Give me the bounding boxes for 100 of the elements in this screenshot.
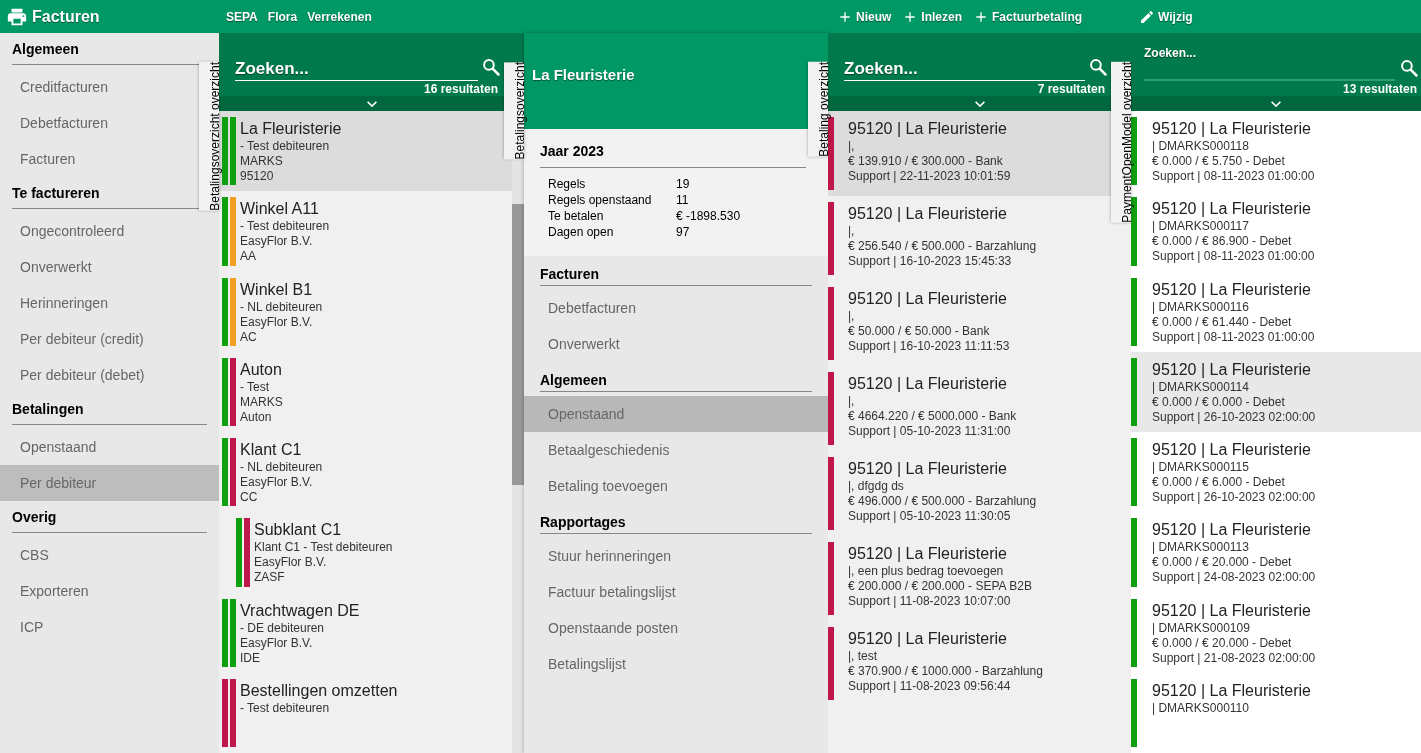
toolbar-button[interactable]: Flora xyxy=(267,7,298,26)
item-title: Auton xyxy=(240,359,283,380)
scrollbar-thumb[interactable] xyxy=(512,204,524,485)
item-detail: € 139.910 / € 300.000 - Bank xyxy=(848,154,1004,169)
menu-item[interactable]: Openstaand xyxy=(0,429,199,465)
toolbar-button[interactable]: Factuurbetaling xyxy=(973,7,1083,26)
item-detail: - Test debiteuren xyxy=(240,700,331,716)
menu-item[interactable]: Debetfacturen xyxy=(524,290,828,326)
item-detail: EasyFlor B.V. xyxy=(240,314,314,330)
search-field[interactable]: Zoeken... xyxy=(235,57,478,81)
item-detail: | DMARKS000115 xyxy=(1152,460,1250,475)
item-title: Bestellingen omzetten xyxy=(240,680,398,701)
item-detail: - NL debiteuren xyxy=(240,460,323,475)
item-detail: 95120 xyxy=(240,169,275,184)
menu-item[interactable]: Per debiteur (debet) xyxy=(0,357,199,393)
item-title: 95120 | La Fleuristerie xyxy=(1152,279,1312,300)
item-detail: - Test debiteuren xyxy=(240,139,331,154)
item-detail: MARKS xyxy=(240,394,283,410)
stat-label: Te betalen xyxy=(548,208,605,224)
item-detail: Support | 24-08-2023 02:00:00 xyxy=(1152,570,1316,586)
item-title: 95120 | La Fleuristerie xyxy=(1152,199,1312,220)
menu-item[interactable]: Herinneringen xyxy=(0,285,199,321)
menu-item[interactable]: Stuur herinneringen xyxy=(524,538,828,574)
menu-item[interactable]: Betaling toevoegen xyxy=(524,468,828,504)
panel-title: La Fleuristerie xyxy=(532,66,635,83)
item-detail: Support | 05-10-2023 11:31:00 xyxy=(848,424,1012,439)
result-count: 7 resultaten xyxy=(1037,81,1105,98)
item-title: Subklant C1 xyxy=(254,520,343,541)
section-heading: Facturen xyxy=(540,256,812,286)
menu-item[interactable]: Per debiteur xyxy=(0,465,219,501)
item-detail: € 200.000 / € 200.000 - SEPA B2B xyxy=(848,579,1032,594)
item-title: 95120 | La Fleuristerie xyxy=(848,629,1008,649)
menu-item[interactable]: Facturen xyxy=(0,141,199,177)
item-title: 95120 | La Fleuristerie xyxy=(1152,600,1312,621)
item-title: Winkel B1 xyxy=(240,279,314,300)
item-detail: | DMARKS000109 xyxy=(1152,620,1251,636)
item-detail: € 0.000 / € 6.000 - Debet xyxy=(1152,475,1286,490)
item-detail: € 4664.220 / € 5000.000 - Bank xyxy=(848,409,1017,424)
menu-item[interactable]: Onverwerkt xyxy=(0,249,199,285)
search-icon[interactable] xyxy=(1399,58,1419,78)
item-detail: Support | 08-11-2023 01:00:00 xyxy=(1152,329,1315,345)
item-detail: IDE xyxy=(240,650,261,666)
item-detail: AC xyxy=(240,329,258,345)
menu-item[interactable]: Per debiteur (credit) xyxy=(0,321,199,357)
stat-label: Regels xyxy=(548,176,587,192)
menu-item[interactable]: Openstaande posten xyxy=(524,610,828,646)
toolbar-button[interactable]: Wijzig xyxy=(1139,7,1193,26)
section-heading: Jaar 2023 xyxy=(540,141,806,168)
item-detail: € 256.540 / € 500.000 - Barzahlung xyxy=(848,239,1037,254)
menu-item[interactable]: Openstaand xyxy=(524,396,828,432)
item-detail: | DMARKS000117 xyxy=(1152,219,1250,235)
search-icon[interactable] xyxy=(481,57,501,77)
item-detail: - NL debiteuren xyxy=(240,299,323,315)
stat-label: Dagen open xyxy=(548,224,615,240)
item-title: La Fleuristerie xyxy=(240,119,342,139)
item-detail: |, xyxy=(848,394,856,409)
menu-item[interactable]: Onverwerkt xyxy=(524,326,828,362)
result-count: 13 resultaten xyxy=(1342,81,1417,98)
result-count: 16 resultaten xyxy=(423,81,498,98)
menu-item[interactable]: CBS xyxy=(0,537,199,573)
item-title: 95120 | La Fleuristerie xyxy=(848,374,1008,394)
toolbar-button[interactable]: Verrekenen xyxy=(307,7,372,26)
section-heading: Algemeen xyxy=(540,362,812,392)
list-item[interactable]: 95120 | La Fleuristerie | DMARKS000114 € 0.000 / € 0.000 - Debet Support | 26-10-2023 02:00:00 xyxy=(1131,351,1421,432)
item-detail: Support | 26-10-2023 02:00:00 xyxy=(1152,490,1316,505)
pencil-icon xyxy=(1139,8,1155,25)
search-field[interactable]: Zoeken... xyxy=(1144,40,1395,81)
item-title: 95120 | La Fleuristerie xyxy=(848,204,1008,224)
menu-item[interactable]: Debetfacturen xyxy=(0,105,199,141)
item-detail: € 0.000 / € 20.000 - Debet xyxy=(1152,555,1293,571)
item-detail: EasyFlor B.V. xyxy=(240,475,314,490)
item-title: 95120 | La Fleuristerie xyxy=(1152,520,1312,541)
menu-item[interactable]: Exporteren xyxy=(0,573,199,609)
menu-item[interactable]: ICP xyxy=(0,609,199,645)
item-detail: Support | 16-10-2023 15:45:33 xyxy=(848,254,1013,269)
menu-item[interactable]: Creditfacturen xyxy=(0,69,199,105)
item-detail: EasyFlor B.V. xyxy=(240,234,314,250)
item-detail: € 0.000 / € 61.440 - Debet xyxy=(1152,314,1293,330)
toolbar-button[interactable]: Inlezen xyxy=(902,7,963,26)
item-detail: € 496.000 / € 500.000 - Barzahlung xyxy=(848,494,1037,509)
item-title: Winkel A11 xyxy=(240,199,320,220)
search-field[interactable]: Zoeken... xyxy=(844,57,1085,81)
section-heading: Rapportages xyxy=(540,504,812,534)
stat-value: 11 xyxy=(676,192,690,208)
section-heading: Betalingen xyxy=(12,393,207,425)
item-detail: |, een plus bedrag toevoegen xyxy=(848,564,1005,579)
search-icon[interactable] xyxy=(1088,57,1108,77)
stat-value: 97 xyxy=(676,224,691,240)
toolbar-button[interactable]: SEPA xyxy=(226,7,258,26)
item-detail: - Test xyxy=(240,379,271,395)
toolbar-button[interactable]: Nieuw xyxy=(837,7,892,26)
stat-value: 19 xyxy=(676,176,691,192)
stat-label: Regels openstaand xyxy=(548,192,653,208)
item-detail: € 50.000 / € 50.000 - Bank xyxy=(848,324,991,339)
menu-item[interactable]: Betalingslijst xyxy=(524,646,828,682)
item-title: 95120 | La Fleuristerie xyxy=(848,544,1008,564)
menu-item[interactable]: Betaalgeschiedenis xyxy=(524,432,828,468)
item-detail: | DMARKS000110 xyxy=(1152,700,1250,716)
menu-item[interactable]: Ongecontroleerd xyxy=(0,213,199,249)
menu-item[interactable]: Factuur betalingslijst xyxy=(524,574,828,610)
